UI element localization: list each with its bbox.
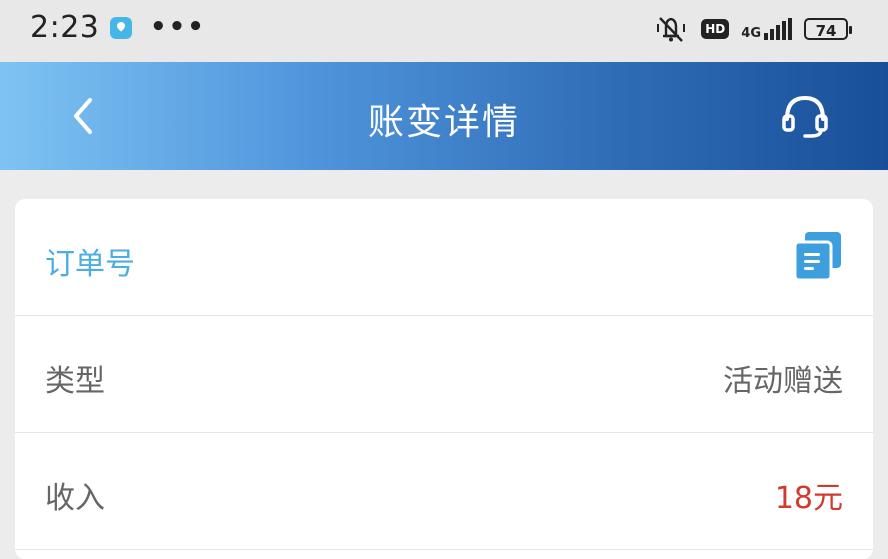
order-number-row: 订单号	[15, 199, 873, 316]
type-label: 类型	[45, 364, 105, 399]
mute-vibrate-icon	[657, 17, 686, 42]
hd-icon: HD	[701, 19, 730, 39]
income-value: 18元	[774, 481, 843, 516]
signal-bars	[764, 18, 792, 40]
order-number-label: 订单号	[45, 247, 135, 282]
status-icons: HD 4G 74	[653, 14, 852, 44]
detail-card: 订单号 类型 活动赠送 收入 18元	[15, 199, 873, 559]
copy-icon	[793, 232, 841, 282]
copy-button[interactable]	[793, 230, 843, 282]
income-label: 收入	[45, 481, 105, 516]
battery-icon: 74	[804, 18, 852, 40]
more-dots-icon: •••	[150, 12, 206, 42]
income-row: 收入 18元	[15, 433, 873, 550]
status-time: 2:23	[30, 10, 100, 45]
app-header: 账变详情	[0, 62, 888, 170]
type-row: 类型 活动赠送	[15, 316, 873, 433]
customer-service-button[interactable]	[778, 89, 832, 143]
page-title: 账变详情	[367, 102, 520, 143]
4g-signal-icon: 4G	[741, 18, 792, 40]
type-value: 活动赠送	[723, 364, 843, 399]
headset-icon	[782, 95, 828, 138]
network-type: 4G	[741, 26, 761, 41]
status-bar: 2:23 ••• HD 4G 74	[0, 0, 888, 62]
location-app-icon	[110, 17, 132, 39]
